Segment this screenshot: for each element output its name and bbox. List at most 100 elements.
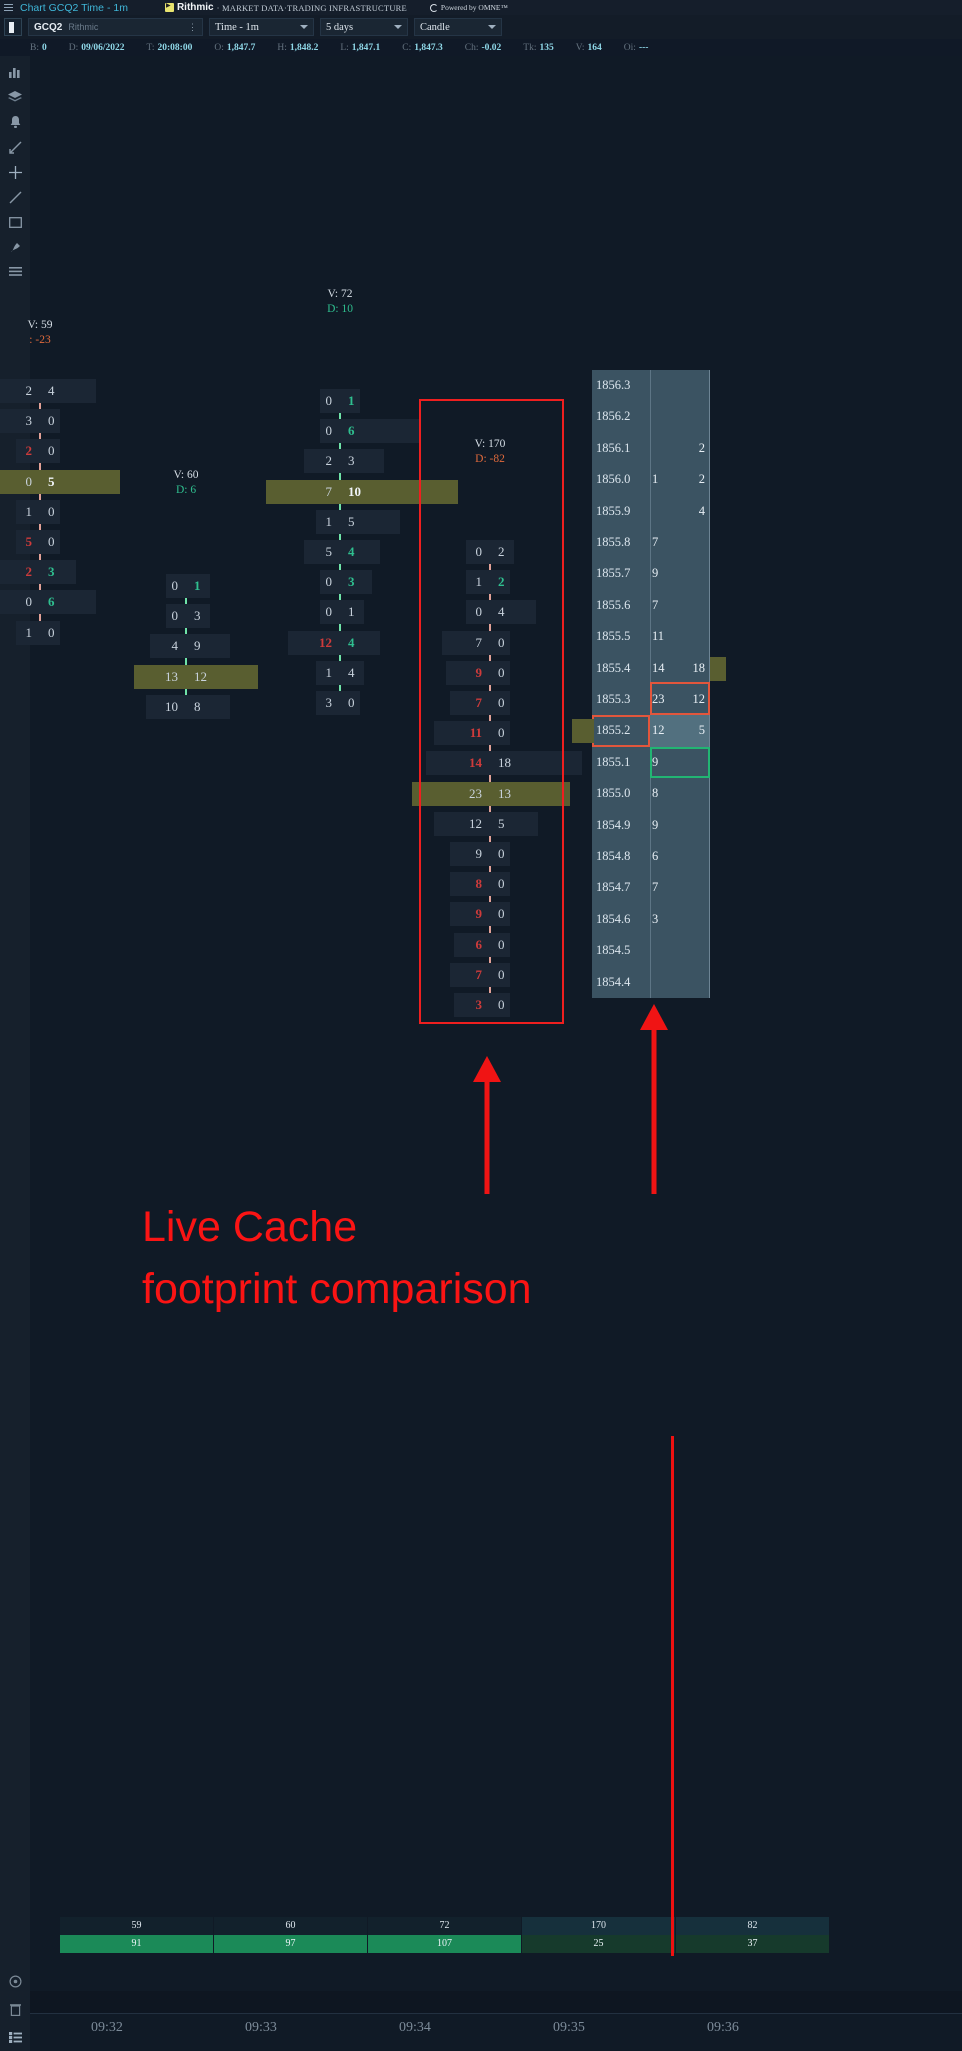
- measure-icon[interactable]: [6, 139, 24, 155]
- ask-volume-value: 5: [498, 815, 505, 831]
- ohlc-value: ---: [638, 42, 649, 53]
- bid-volume-value: 23: [469, 785, 482, 801]
- bid-volume-bar: [442, 630, 490, 655]
- dom-price: 1855.8: [596, 535, 631, 549]
- ask-volume-value: 1: [348, 604, 355, 620]
- rithmic-branding: Rithmic · MARKET DATA·TRADING INFRASTRUC…: [164, 2, 407, 13]
- bid-volume-value: 3: [25, 413, 33, 429]
- dom-row[interactable]: 1854.4: [592, 967, 710, 998]
- dom-price: 1855.0: [596, 786, 631, 801]
- ohlc-key: Tk:: [523, 42, 537, 53]
- ask-volume-value: 4: [348, 664, 355, 680]
- rectangle-icon[interactable]: [6, 214, 24, 230]
- ask-volume-value: 2: [498, 544, 505, 559]
- ask-volume-bar: [340, 540, 380, 564]
- delta-cell: 37: [676, 1935, 830, 1953]
- dom-row[interactable]: 1856.2: [592, 401, 710, 432]
- dom-bid-size: 14: [652, 660, 665, 675]
- dom-price: 1856.0: [596, 472, 631, 487]
- bid-volume-value: 9: [475, 664, 483, 680]
- bid-volume-value: 8: [475, 876, 483, 892]
- dom-bid-size: 1: [652, 472, 659, 487]
- ask-volume-value: 0: [498, 876, 505, 892]
- ask-volume-bar: [40, 560, 76, 585]
- dom-row[interactable]: 1854.8 6: [592, 841, 710, 872]
- ask-volume-bar: [340, 570, 372, 595]
- ask-volume-value: 0: [498, 966, 505, 982]
- dom-row[interactable]: 1855.6 7: [592, 590, 710, 621]
- cluster-header: V: 170 D: -82: [410, 437, 570, 467]
- ask-volume-bar: [340, 630, 380, 655]
- ask-volume-value: 10: [348, 483, 361, 499]
- dom-row[interactable]: 1855.8 7: [592, 527, 710, 558]
- annotation-label: Live Cache footprint comparison: [142, 1203, 532, 1313]
- range-select[interactable]: 5 days: [320, 18, 408, 36]
- dom-ask-size: 4: [698, 503, 705, 518]
- time-axis[interactable]: 09:32 09:33 09:34 09:35 09:36: [30, 2013, 962, 2051]
- bid-volume-value: 0: [475, 604, 483, 620]
- dom-row[interactable]: 1855.4 14 18: [592, 653, 710, 684]
- omne-text: Powered by OMNE™: [440, 3, 508, 12]
- crosshair-icon[interactable]: [6, 164, 24, 180]
- target-icon[interactable]: [6, 1973, 24, 1989]
- volume-delta-pane: 59 91 60 97 72 107 170 25 82 37: [60, 1917, 962, 1953]
- alert-bell-icon[interactable]: [6, 114, 24, 130]
- trendline-icon[interactable]: [6, 189, 24, 205]
- symbol-field[interactable]: GCQ2 Rithmic ⋮: [28, 18, 203, 36]
- trash-icon[interactable]: [6, 2001, 24, 2017]
- brush-icon[interactable]: [6, 239, 24, 255]
- dom-price: 1855.4: [596, 660, 631, 675]
- title-bar: Chart GCQ2 Time - 1m Rithmic · MARKET DA…: [0, 0, 962, 15]
- list-icon[interactable]: [6, 264, 24, 280]
- ohlc-value: 20:08:00: [157, 42, 193, 53]
- chart-type-icon[interactable]: [6, 64, 24, 80]
- bid-volume-value: 11: [469, 725, 482, 741]
- omne-ring-icon: [429, 3, 438, 12]
- ask-volume-value: 0: [498, 906, 505, 922]
- rithmic-logo-icon: [164, 2, 174, 12]
- footprint-chart-canvas[interactable]: V: 59: -23 2 4 3 0 2 0 0 5 1 0 5 0 2 3 0 6 1 0 V: 60 D: 6010…: [0, 56, 962, 1991]
- bid-volume-value: 2: [325, 453, 333, 469]
- dom-row[interactable]: 1854.5: [592, 935, 710, 966]
- dom-bid-size: 9: [652, 817, 659, 832]
- dom-row[interactable]: 1855.9 4: [592, 496, 710, 527]
- symbol-name: GCQ2: [34, 21, 63, 33]
- cluster-header: V: 59: -23: [0, 318, 120, 348]
- dom-row[interactable]: 1855.5 11: [592, 621, 710, 652]
- interval-value: Time - 1m: [215, 21, 259, 33]
- layers-icon[interactable]: [6, 89, 24, 105]
- delta-cell: 107: [368, 1935, 522, 1953]
- charttype-select[interactable]: Candle: [414, 18, 502, 36]
- bid-volume-value: 0: [171, 578, 179, 593]
- dom-row[interactable]: 1856.0 1 2: [592, 464, 710, 495]
- ohlc-key: T:: [146, 42, 155, 53]
- ask-volume-value: 4: [48, 383, 55, 398]
- kebab-menu-icon[interactable]: ⋮: [188, 22, 197, 31]
- bid-volume-value: 1: [475, 574, 483, 590]
- dom-row[interactable]: 1856.1 2: [592, 433, 710, 464]
- ohlc-field: H: 1,848.2: [277, 43, 318, 53]
- dom-row[interactable]: 1856.3: [592, 370, 710, 401]
- bid-volume-value: 2: [25, 443, 33, 459]
- dom-row[interactable]: 1855.0 8: [592, 778, 710, 809]
- dom-row[interactable]: 1855.7 9: [592, 558, 710, 589]
- ask-volume-value: 3: [48, 564, 55, 580]
- bid-volume-value: 2: [25, 564, 33, 580]
- hamburger-icon[interactable]: [4, 3, 13, 12]
- bid-volume-value: 5: [325, 544, 333, 559]
- bid-volume-bar: [304, 449, 340, 474]
- dom-price: 1855.1: [596, 754, 631, 769]
- cluster-volume-label: V: 60: [173, 469, 199, 481]
- datagrid-icon[interactable]: [6, 2029, 24, 2045]
- dom-row[interactable]: 1854.7 7: [592, 872, 710, 903]
- panel-toggle-icon[interactable]: [4, 18, 22, 36]
- interval-select[interactable]: Time - 1m: [209, 18, 314, 36]
- cluster-header: V: 72 D: 10: [260, 287, 420, 317]
- dom-row[interactable]: 1854.6 3: [592, 904, 710, 935]
- ask-volume-value: 6: [348, 423, 355, 439]
- ohlc-key: Oi:: [623, 42, 636, 53]
- ohlc-field: Oi: ---: [624, 43, 649, 53]
- dom-row[interactable]: 1854.9 9: [592, 810, 710, 841]
- dom-price-ladder[interactable]: 1856.3 1856.2 1856.1 2 1856.0 1 2 1855.9 4 1855.8…: [592, 370, 710, 998]
- ask-volume-value: 0: [498, 997, 505, 1012]
